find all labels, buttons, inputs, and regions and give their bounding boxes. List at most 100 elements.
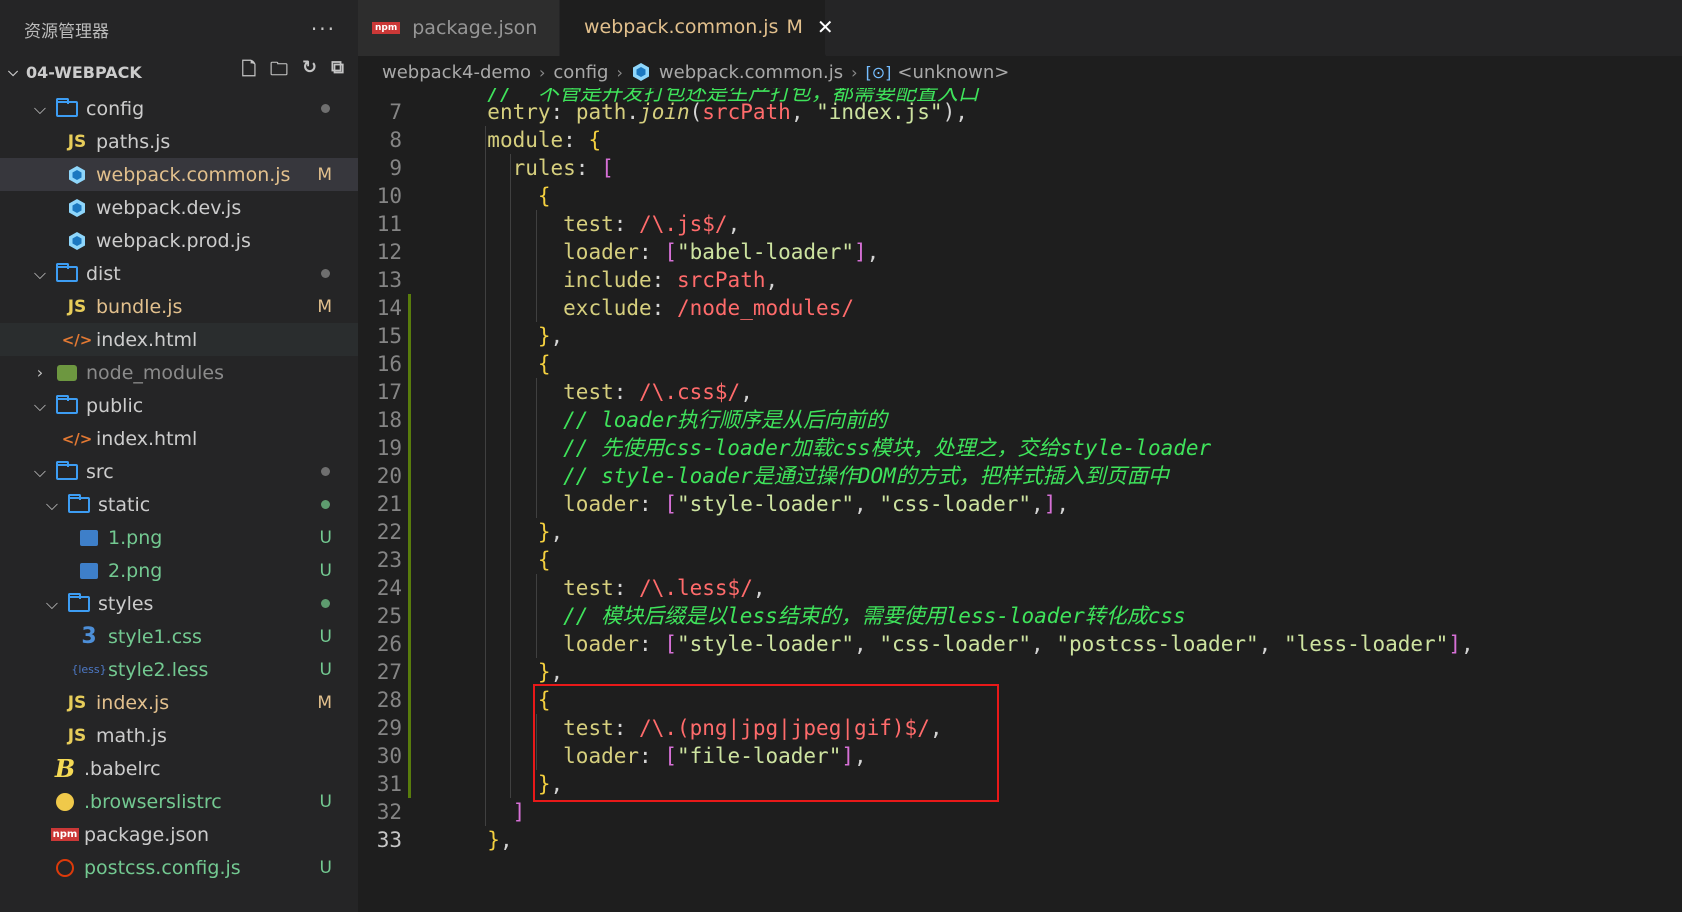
code-text: }, <box>537 660 564 684</box>
line-number: 18 <box>376 408 402 432</box>
tab-label: webpack.common.js <box>584 16 779 38</box>
tree-item-label: bundle.js <box>96 295 183 318</box>
node-modules-folder-icon <box>54 364 80 381</box>
chevron-right-icon: › <box>36 363 44 382</box>
tree-item-label: index.js <box>96 691 170 714</box>
code-text: { <box>537 184 551 208</box>
git-status-badge: M <box>317 692 332 713</box>
code-line: 11 test: /\.js$/, <box>358 210 1682 238</box>
line-number: 14 <box>376 296 402 320</box>
tree-file-public-index-html[interactable]: </> index.html <box>0 422 358 455</box>
line-number: 10 <box>376 184 402 208</box>
folder-icon <box>66 493 92 513</box>
tree-folder-node-modules[interactable]: › node_modules <box>0 356 358 389</box>
line-number: 11 <box>376 212 402 236</box>
code-text: rules: [ <box>512 156 614 180</box>
code-text: ] <box>512 800 526 824</box>
breadcrumb-item[interactable]: webpack4-demo <box>382 62 531 83</box>
tree-file-1-png[interactable]: 1.png U <box>0 521 358 554</box>
code-text: exclude: /node_modules/ <box>563 296 854 320</box>
tree-item-label: config <box>86 97 145 120</box>
tree-item-label: static <box>98 493 151 516</box>
tree-file-postcss-config[interactable]: postcss.config.js U <box>0 851 358 884</box>
javascript-file-icon: JS <box>67 131 87 152</box>
code-line: 27 }, <box>358 658 1682 686</box>
tree-file-webpack-dev[interactable]: webpack.dev.js <box>0 191 358 224</box>
tree-item-label: 1.png <box>108 526 163 549</box>
explorer-sidebar: 资源管理器 ··· ⌵ 04-WEBPACK 🗋 🗀 ↻ ⧉ ⌵ config <box>0 0 358 912</box>
code-text: test: /\.css$/, <box>563 380 753 404</box>
tree-item-label: public <box>86 394 144 417</box>
tree-file-bundle-js[interactable]: JS bundle.js M <box>0 290 358 323</box>
tree-file-style1-css[interactable]: 3 style1.css U <box>0 620 358 653</box>
explorer-header: 资源管理器 ··· <box>0 0 358 58</box>
git-status-badge: U <box>319 626 332 647</box>
tree-file-dist-index-html[interactable]: </> index.html <box>0 323 358 356</box>
tab-webpack-common[interactable]: webpack.common.js M ✕ <box>560 0 834 56</box>
tree-file-paths-js[interactable]: JS paths.js <box>0 125 358 158</box>
tree-file-2-png[interactable]: 2.png U <box>0 554 358 587</box>
project-root[interactable]: ⌵ 04-WEBPACK 🗋 🗀 ↻ ⧉ <box>0 57 358 87</box>
folder-icon <box>66 592 92 612</box>
postcss-file-icon <box>52 858 78 877</box>
code-line: 20 // style-loader是通过操作DOM的方式，把样式插入到页面中 <box>358 462 1682 490</box>
chevron-right-icon: › <box>851 62 858 82</box>
breadcrumb: webpack4-demo › config › webpack.common.… <box>358 56 1682 88</box>
line-number: 32 <box>376 800 402 824</box>
chevron-down-icon: ⌵ <box>33 461 47 481</box>
tree-folder-dist[interactable]: ⌵ dist <box>0 257 358 290</box>
tree-file-package-json[interactable]: npm package.json <box>0 818 358 851</box>
code-line: 14 exclude: /node_modules/ <box>358 294 1682 322</box>
line-number: 31 <box>376 772 402 796</box>
tree-item-label: .babelrc <box>84 757 161 780</box>
code-line: 13 include: srcPath, <box>358 266 1682 294</box>
refresh-icon[interactable]: ↻ <box>302 57 317 87</box>
tree-folder-src[interactable]: ⌵ src <box>0 455 358 488</box>
css-file-icon: 3 <box>81 624 97 649</box>
tab-package-json[interactable]: npm package.json <box>358 0 560 56</box>
breadcrumb-item[interactable]: <unknown> <box>897 62 1009 83</box>
git-status-badge: U <box>319 527 332 548</box>
collapse-all-icon[interactable]: ⧉ <box>331 57 344 87</box>
tree-item-label: webpack.common.js <box>96 163 291 186</box>
code-text: include: srcPath, <box>563 268 779 292</box>
line-number: 8 <box>389 128 402 152</box>
tree-file-math-js[interactable]: JS math.js <box>0 719 358 752</box>
tree-item-label: math.js <box>96 724 167 747</box>
breadcrumb-item[interactable]: config <box>553 62 608 83</box>
tree-folder-styles[interactable]: ⌵ styles <box>0 587 358 620</box>
code-editor[interactable]: // 不管是开发打包还是生产打包，都需要配置入口 7 entry: path.jo… <box>358 88 1682 912</box>
breadcrumb-item[interactable]: webpack.common.js <box>659 62 843 83</box>
tree-file-webpack-prod[interactable]: webpack.prod.js <box>0 224 358 257</box>
code-text: }, <box>537 520 564 544</box>
tree-item-label: style1.css <box>108 625 202 648</box>
close-icon[interactable]: ✕ <box>817 15 834 39</box>
tree-folder-config[interactable]: ⌵ config <box>0 92 358 125</box>
tree-folder-static[interactable]: ⌵ static <box>0 488 358 521</box>
explorer-title: 资源管理器 <box>24 21 109 42</box>
tree-item-label: webpack.prod.js <box>96 229 251 252</box>
tree-file-style2-less[interactable]: {less} style2.less U <box>0 653 358 686</box>
chevron-down-icon: ⌵ <box>8 64 18 80</box>
more-actions-button[interactable]: ··· <box>311 17 336 41</box>
new-file-icon[interactable]: 🗋 <box>242 57 256 87</box>
line-number: 33 <box>376 828 402 852</box>
tree-file-webpack-common[interactable]: webpack.common.js M <box>0 158 358 191</box>
webpack-cube-icon <box>64 198 90 218</box>
highlight-annotation-box <box>532 684 999 802</box>
browserslist-file-icon <box>52 792 78 811</box>
code-line: 8 module: { <box>358 126 1682 154</box>
line-number: 19 <box>376 436 402 460</box>
tree-file-index-js[interactable]: JS index.js M <box>0 686 358 719</box>
git-status-badge: M <box>317 296 332 317</box>
code-text: test: /\.less$/, <box>563 576 766 600</box>
chevron-down-icon: ⌵ <box>33 395 47 415</box>
code-text: entry: path.join(srcPath, "index.js"), <box>487 100 968 124</box>
new-folder-icon[interactable]: 🗀 <box>270 57 288 87</box>
tab-label: package.json <box>412 17 538 39</box>
tree-file-babelrc[interactable]: B .babelrc <box>0 752 358 785</box>
tree-file-browserslistrc[interactable]: .browserslistrc U <box>0 785 358 818</box>
tree-folder-public[interactable]: ⌵ public <box>0 389 358 422</box>
webpack-cube-icon <box>64 165 90 185</box>
tree-item-label: node_modules <box>86 361 225 384</box>
